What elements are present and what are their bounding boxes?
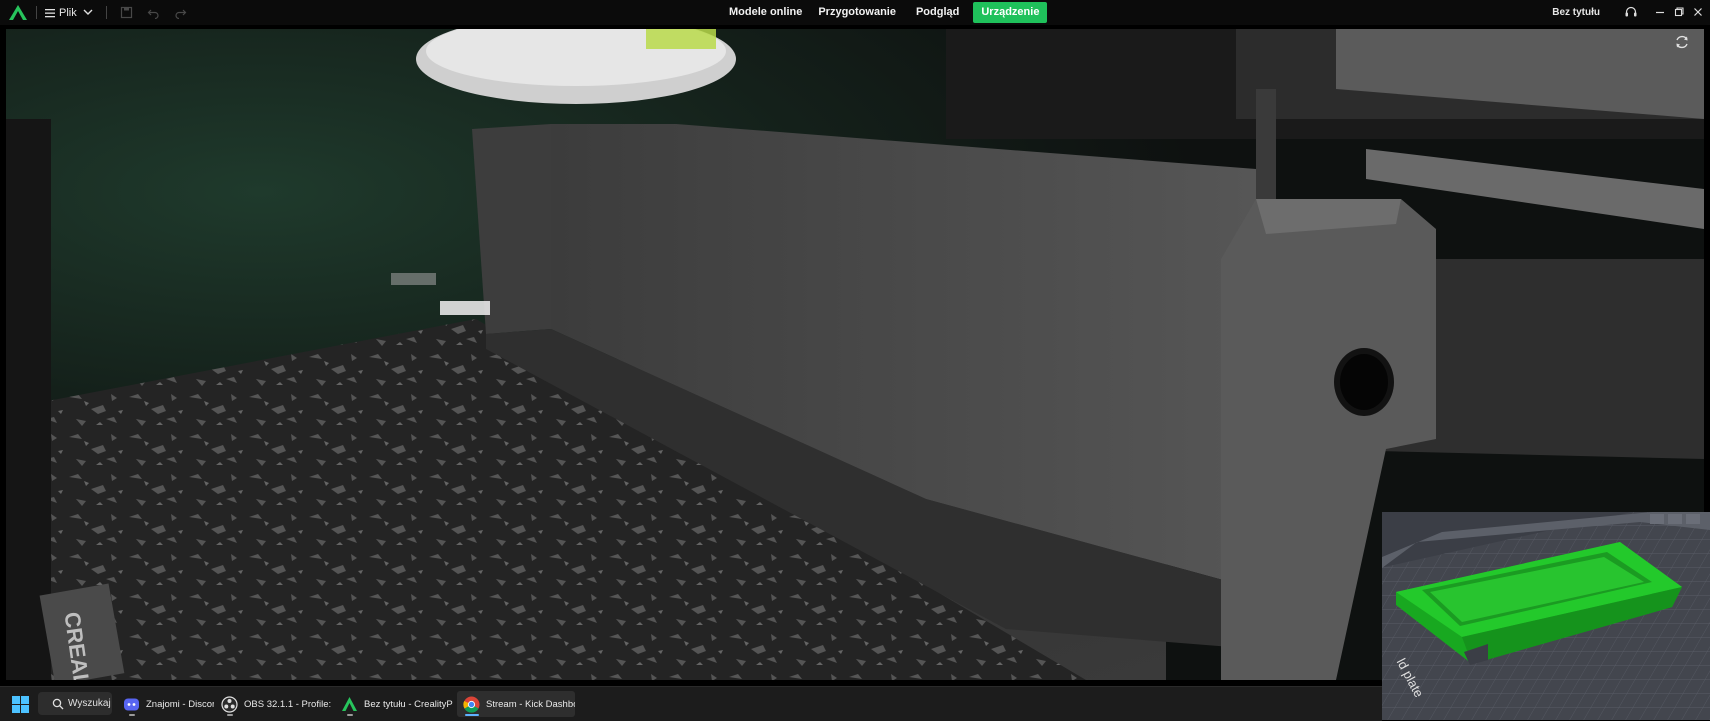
chevron-down-icon[interactable] — [82, 6, 94, 18]
running-indicator — [347, 714, 353, 716]
save-icon[interactable] — [120, 6, 133, 19]
redo-icon[interactable] — [174, 6, 187, 19]
model-preview-image: ld plate — [1382, 512, 1710, 720]
tab-preview[interactable]: Podgląd — [908, 2, 967, 23]
model-preview-thumbnail: ld plate — [1382, 512, 1710, 720]
divider — [106, 6, 107, 19]
tab-prepare[interactable]: Przygotowanie — [810, 2, 904, 23]
taskbar-search[interactable]: Wyszukaj — [38, 692, 112, 715]
document-title: Bez tytułu — [1552, 7, 1600, 18]
windows-start-icon[interactable] — [12, 696, 29, 713]
running-indicator — [465, 714, 479, 716]
taskbar-item-creality-print[interactable]: Bez tytułu - CrealityPrin — [335, 691, 453, 717]
discord-icon — [124, 698, 139, 710]
headset-icon[interactable] — [1624, 5, 1638, 19]
creality-print-icon — [342, 696, 357, 711]
creality-logo-icon[interactable] — [8, 4, 28, 21]
minimize-icon[interactable] — [1654, 6, 1666, 18]
chrome-icon — [463, 696, 480, 713]
taskbar-item-discord[interactable]: Znajomi - Discord — [117, 691, 214, 717]
taskbar-item-label: Stream - Kick Dashboar — [486, 698, 575, 710]
undo-icon[interactable] — [147, 6, 160, 19]
running-indicator — [129, 714, 135, 716]
file-menu-button[interactable]: Plik — [44, 4, 77, 21]
main-navigation: Modele online Przygotowanie Podgląd Urzą… — [721, 2, 1048, 23]
refresh-icon[interactable] — [1674, 34, 1690, 50]
maximize-icon[interactable] — [1673, 6, 1685, 18]
title-bar: Plik Modele online Przygotowanie Podgląd… — [0, 0, 1710, 25]
search-label: Wyszukaj — [68, 698, 111, 709]
search-icon — [52, 698, 64, 709]
taskbar-item-chrome[interactable]: Stream - Kick Dashboar — [457, 691, 575, 717]
windows-taskbar: Wyszukaj Znajomi - Discord OBS 32.1.1 - … — [0, 686, 1382, 721]
taskbar-item-label: Znajomi - Discord — [146, 698, 214, 710]
divider — [36, 6, 37, 19]
taskbar-item-label: OBS 32.1.1 - Profile: Bez — [244, 698, 332, 710]
tab-online-models[interactable]: Modele online — [721, 2, 810, 23]
taskbar-item-obs[interactable]: OBS 32.1.1 - Profile: Bez — [215, 691, 332, 717]
close-icon[interactable] — [1692, 6, 1704, 18]
taskbar-item-label: Bez tytułu - CrealityPrin — [364, 698, 453, 710]
running-indicator — [227, 714, 233, 716]
obs-icon — [221, 695, 238, 713]
tab-device[interactable]: Urządzenie — [973, 2, 1048, 23]
hamburger-menu-icon — [45, 8, 55, 17]
file-menu-label: Plik — [59, 6, 77, 19]
